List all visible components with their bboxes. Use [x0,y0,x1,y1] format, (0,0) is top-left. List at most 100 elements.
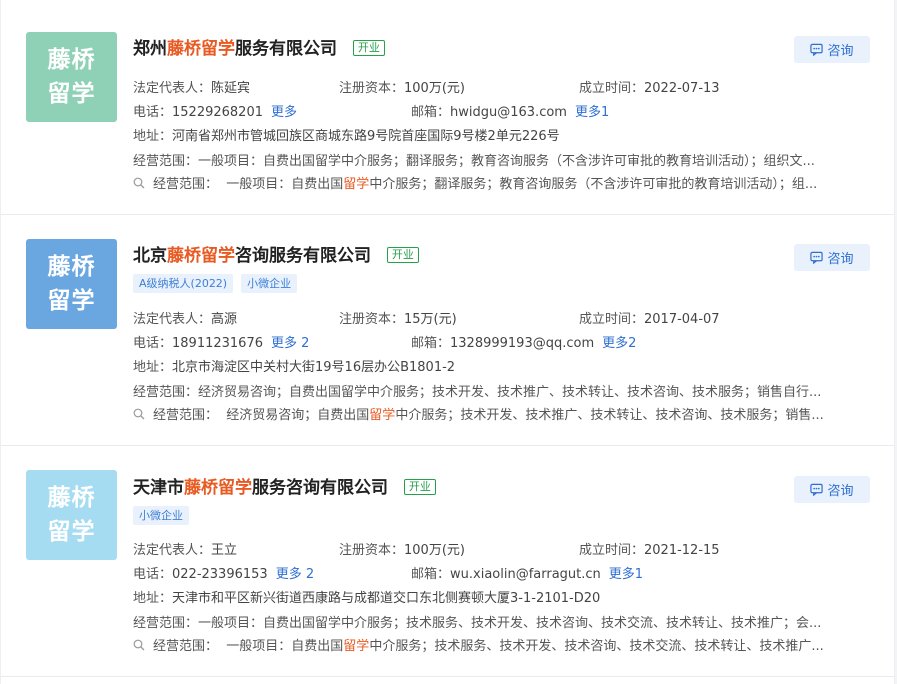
email-more-link[interactable]: 更多2 [602,336,636,351]
company-name[interactable]: 天津市藤桥留学服务咨询有限公司 开业 [133,473,436,498]
capital-value: 100万(元) [404,81,465,96]
phone: 电话：18911231676 更多 2 [133,332,309,351]
founded-label: 成立时间： [579,81,645,96]
founded-value: 2017-04-07 [644,312,720,327]
address-value: 河南省郑州市管城回族区商城东路9号院首座国际9号楼2单元226号 [172,129,560,144]
capital-value: 100万(元) [404,543,465,558]
consult-label: 咨询 [827,252,854,267]
logo-text-line2: 留学 [47,288,96,314]
email: 邮箱：hwidgu@163.com 更多1 [411,101,609,120]
company-logo[interactable]: 藤桥 留学 [26,32,117,122]
business-scope-match: 经营范围： 经济贸易咨询；自费出国留学中介服务；技术开发、技术推广、技术转让、技… [133,404,875,423]
company-name-highlight[interactable]: 藤桥留学 [184,478,252,498]
search-icon [133,408,145,420]
email-label: 邮箱： [411,567,451,582]
capital-value: 15万(元) [404,312,457,327]
phone-value: 18911231676 [172,336,263,351]
phone-more-link[interactable]: 更多 2 [271,336,309,351]
scope-match-post: 中介服务；技术服务、技术开发、技术咨询、技术交流、技术转让、技术推广... [369,639,824,654]
scope-match-highlight: 留学 [369,408,396,423]
scope-value: 经济贸易咨询；自费出国留学中介服务；技术开发、技术推广、技术转让、技术咨询、技术… [198,385,822,400]
company-name-prefix[interactable]: 北京 [133,246,167,266]
company-name-suffix[interactable]: 服务有限公司 [235,39,337,59]
email: 邮箱：wu.xiaolin@farragut.cn 更多1 [411,563,643,582]
consult-label: 咨询 [827,484,854,499]
company-logo[interactable]: 藤桥 留学 [26,470,117,560]
scope-label: 经营范围： [133,385,199,400]
founded-label: 成立时间： [579,312,645,327]
founded-value: 2021-12-15 [644,543,720,558]
legal-rep-value[interactable]: 高源 [211,312,237,327]
status-badge: 开业 [352,40,385,56]
scope-match-highlight: 留学 [343,177,370,192]
tag-taxpayer-rating[interactable]: A级纳税人(2022) [133,274,234,293]
phone: 电话：022-23396153 更多 2 [133,563,314,582]
registered-capital: 注册资本：100万(元) [339,77,465,96]
scope-label: 经营范围： [133,616,199,631]
consult-button[interactable]: 咨询 [794,36,870,63]
scope-match-label: 经营范围： [153,639,219,654]
tag-small-business[interactable]: 小微企业 [241,274,298,293]
company-card[interactable]: 藤桥 留学 天津市藤桥留学服务咨询有限公司 开业 小微企业 咨询 法定代表人：王… [1,446,894,677]
chat-icon [810,483,824,496]
phone-label: 电话： [133,105,173,120]
registered-capital: 注册资本：15万(元) [339,308,457,327]
company-name-highlight[interactable]: 藤桥留学 [167,246,235,266]
tag-small-business[interactable]: 小微企业 [133,506,189,525]
company-result-list: 藤桥 留学 郑州藤桥留学服务有限公司 开业 咨询 法定代表人：陈延宾 注册资本：… [0,0,895,684]
company-name-prefix[interactable]: 天津市 [133,478,184,498]
company-name[interactable]: 北京藤桥留学咨询服务有限公司 开业 [133,241,419,266]
company-logo[interactable]: 藤桥 留学 [26,239,117,329]
logo-text-line1: 藤桥 [47,47,96,73]
phone-label: 电话： [133,336,173,351]
company-name-suffix[interactable]: 服务咨询有限公司 [252,478,388,498]
founded-date: 成立时间：2022-07-13 [579,77,720,96]
phone: 电话：15229268201 更多 [133,101,297,120]
scope-match-post: 中介服务；技术开发、技术推广、技术转让、技术咨询、技术服务；销售... [395,408,824,423]
email-label: 邮箱： [411,105,451,120]
consult-button[interactable]: 咨询 [794,476,870,503]
chat-icon [810,251,824,264]
scope-match-pre: 一般项目：自费出国 [226,639,344,654]
address-value: 北京市海淀区中关村大街19号16层办公B1801-2 [172,360,456,375]
company-name-highlight[interactable]: 藤桥留学 [167,39,235,59]
phone-more-link[interactable]: 更多 [271,105,297,120]
email-value[interactable]: 1328999193@qq.com [450,336,594,351]
scope-match-post: 中介服务；翻译服务；教育咨询服务（不含涉许可审批的教育培训活动）；组... [369,177,818,192]
email-value[interactable]: wu.xiaolin@farragut.cn [450,567,601,582]
email: 邮箱：1328999193@qq.com 更多2 [411,332,636,351]
founded-value: 2022-07-13 [644,81,720,96]
phone-label: 电话： [133,567,173,582]
capital-label: 注册资本： [339,81,405,96]
company-card[interactable]: 藤桥 留学 北京藤桥留学咨询服务有限公司 开业 A级纳税人(2022) 小微企业… [1,215,894,446]
phone-value: 022-23396153 [172,567,268,582]
address-label: 地址： [133,360,173,375]
business-scope-match: 经营范围： 一般项目：自费出国留学中介服务；翻译服务；教育咨询服务（不含涉许可审… [133,173,875,192]
consult-button[interactable]: 咨询 [794,244,870,271]
capital-label: 注册资本： [339,543,405,558]
founded-label: 成立时间： [579,543,645,558]
founded-date: 成立时间：2021-12-15 [579,539,720,558]
legal-rep-label: 法定代表人： [133,312,212,327]
business-scope: 经营范围：一般项目：自费出国留学中介服务；翻译服务；教育咨询服务（不含涉许可审批… [133,150,875,169]
legal-rep-label: 法定代表人： [133,543,212,558]
email-more-link[interactable]: 更多1 [609,567,643,582]
company-name-suffix[interactable]: 咨询服务有限公司 [235,246,371,266]
status-badge: 开业 [403,479,436,495]
tag-list: A级纳税人(2022) 小微企业 [133,274,298,293]
scope-match-pre: 经济贸易咨询；自费出国 [226,408,370,423]
address-label: 地址： [133,591,173,606]
status-badge: 开业 [386,247,419,263]
company-card[interactable]: 藤桥 留学 郑州藤桥留学服务有限公司 开业 咨询 法定代表人：陈延宾 注册资本：… [1,8,894,215]
company-name[interactable]: 郑州藤桥留学服务有限公司 开业 [133,34,385,59]
legal-rep-value[interactable]: 陈延宾 [211,81,250,96]
address: 地址：北京市海淀区中关村大街19号16层办公B1801-2 [133,356,455,375]
email-value[interactable]: hwidgu@163.com [450,105,567,120]
registered-capital: 注册资本：100万(元) [339,539,465,558]
phone-more-link[interactable]: 更多 2 [276,567,314,582]
company-name-prefix[interactable]: 郑州 [133,39,167,59]
address: 地址：天津市和平区新兴街道西康路与成都道交口东北侧赛顿大厦3-1-2101-D2… [133,587,600,606]
legal-rep: 法定代表人：高源 [133,308,237,327]
email-more-link[interactable]: 更多1 [575,105,609,120]
legal-rep-value[interactable]: 王立 [211,543,237,558]
